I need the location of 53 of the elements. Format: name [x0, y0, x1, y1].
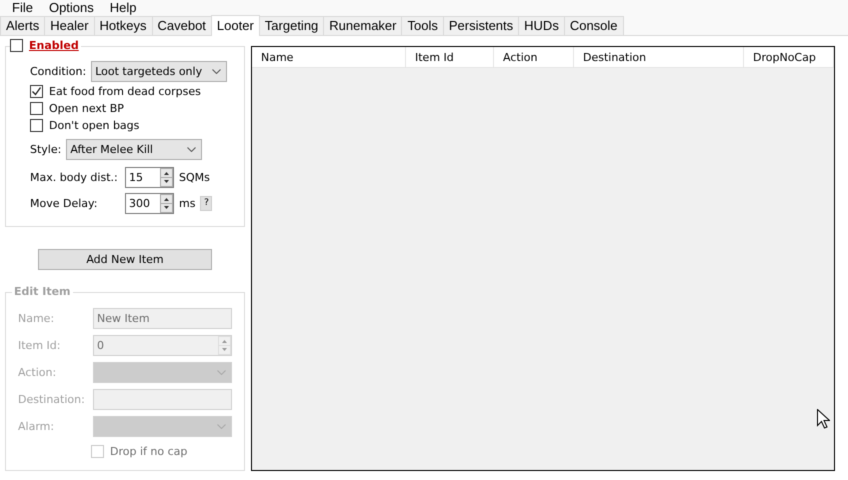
- condition-label: Condition:: [30, 64, 86, 78]
- tab[interactable]: Tools: [401, 16, 444, 35]
- spin-arrows-icon[interactable]: [160, 194, 173, 212]
- tab[interactable]: Runemaker: [323, 16, 402, 35]
- tab[interactable]: Looter: [210, 15, 260, 36]
- column-header[interactable]: Item Id: [406, 47, 494, 67]
- tab[interactable]: Alerts: [0, 16, 46, 35]
- tab[interactable]: Healer: [44, 16, 95, 35]
- caret-icon: [187, 146, 196, 152]
- option-label: Don't open bags: [49, 119, 140, 132]
- column-header[interactable]: DropNoCap: [744, 47, 834, 67]
- option-label: Eat food from dead corpses: [49, 85, 201, 98]
- caret-icon: [217, 370, 226, 375]
- field-label: Action:: [18, 366, 58, 379]
- style-label: Style:: [30, 142, 62, 156]
- option-label: Open next BP: [49, 102, 124, 115]
- field-label: Alarm:: [18, 420, 56, 433]
- setting-label: Max. body dist.:: [30, 170, 119, 184]
- setting-label: Move Delay:: [30, 196, 98, 210]
- tab[interactable]: Hotkeys: [94, 16, 152, 35]
- caret-icon: [212, 68, 222, 74]
- number-field[interactable]: 15: [125, 166, 174, 188]
- caret-icon: [217, 424, 226, 429]
- help-button[interactable]: ?: [200, 196, 212, 210]
- option-label: Drop if no cap: [110, 444, 188, 458]
- tab[interactable]: HUDs: [518, 16, 565, 35]
- column-header[interactable]: Action: [494, 47, 574, 67]
- style-dropdown[interactable]: After Melee Kill: [66, 138, 202, 160]
- checkbox[interactable]: [30, 85, 43, 98]
- tab[interactable]: Cavebot: [152, 16, 212, 35]
- column-header[interactable]: Destination: [574, 47, 744, 67]
- field-label: Destination:: [18, 393, 86, 406]
- tab[interactable]: Console: [564, 16, 624, 35]
- add-item-button[interactable]: Add New Item: [38, 249, 212, 270]
- field-label: Name:: [18, 312, 56, 325]
- pointer-icon: [817, 409, 830, 429]
- number-field[interactable]: 300: [125, 192, 174, 214]
- menu-item[interactable]: Help: [102, 0, 145, 15]
- column-header[interactable]: Name: [252, 47, 406, 67]
- condition-dropdown[interactable]: Loot targeteds only: [91, 60, 228, 82]
- checkbox[interactable]: [30, 119, 43, 132]
- menu-item[interactable]: Options: [40, 0, 102, 15]
- checkbox[interactable]: [30, 102, 43, 115]
- spin-arrows-icon[interactable]: [160, 168, 173, 186]
- group-title: Edit Item: [12, 285, 73, 298]
- field-label: Item Id:: [18, 339, 62, 352]
- unit-label: SQMs: [179, 170, 210, 184]
- unit-label: ms: [179, 196, 196, 210]
- enabled-label: Enabled: [29, 39, 79, 52]
- tab[interactable]: Persistents: [442, 16, 520, 35]
- enabled-checkbox[interactable]: [10, 39, 23, 52]
- menu-item[interactable]: File: [4, 0, 41, 15]
- tab[interactable]: Targeting: [258, 16, 324, 35]
